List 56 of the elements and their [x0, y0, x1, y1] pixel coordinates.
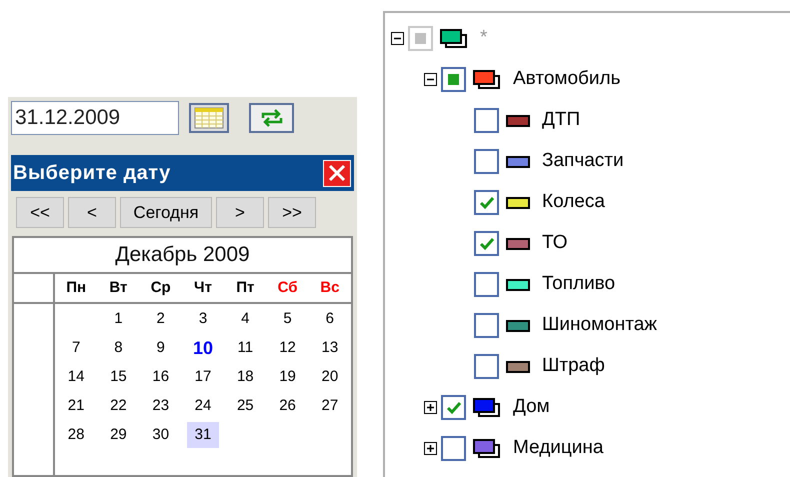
- day-cell[interactable]: 7: [68, 336, 84, 360]
- day-cell[interactable]: 10: [188, 334, 217, 362]
- day-cell[interactable]: 6: [322, 308, 338, 330]
- day-cell[interactable]: 21: [64, 394, 88, 418]
- day-cell[interactable]: 23: [148, 394, 174, 418]
- checkmark-icon: [446, 400, 462, 414]
- day-cell[interactable]: 20: [318, 366, 342, 388]
- picker-title: Выберите дату: [13, 161, 171, 186]
- nav-button[interactable]: <: [68, 197, 116, 228]
- day-cell[interactable]: 2: [152, 308, 169, 330]
- day-cell[interactable]: 9: [152, 336, 169, 360]
- weekday-label: Вс: [319, 278, 340, 298]
- calendar-icon: [194, 107, 224, 129]
- day-cell[interactable]: 24: [190, 394, 216, 418]
- weekday-label: Сб: [276, 278, 299, 298]
- day-cell[interactable]: 17: [190, 366, 216, 388]
- checkmark-icon: [478, 196, 494, 210]
- day-cell[interactable]: 22: [106, 394, 131, 418]
- day-cell[interactable]: 8: [110, 336, 127, 360]
- day-cell[interactable]: 29: [106, 424, 131, 446]
- day-cell[interactable]: 3: [194, 308, 212, 330]
- nav-button[interactable]: Сегодня: [120, 197, 212, 228]
- weekday-label: Пн: [65, 278, 88, 298]
- day-cell[interactable]: 13: [318, 336, 342, 360]
- close-button[interactable]: [323, 160, 351, 186]
- calendar-button[interactable]: [189, 103, 229, 133]
- weekday-label: Вт: [108, 278, 128, 298]
- day-cell[interactable]: 30: [148, 424, 174, 446]
- refresh-button[interactable]: [249, 103, 294, 133]
- month-label: Декабрь 2009: [14, 238, 351, 274]
- day-cell[interactable]: 28: [64, 424, 88, 446]
- weekday-label: Ср: [150, 278, 172, 298]
- day-cell[interactable]: 12: [275, 336, 300, 360]
- day-cell[interactable]: 25: [232, 394, 258, 418]
- weekday-label: Пт: [235, 278, 256, 298]
- close-icon: [328, 164, 346, 182]
- day-cell[interactable]: 14: [64, 366, 88, 388]
- nav-button[interactable]: >: [216, 197, 264, 228]
- day-cell[interactable]: 4: [237, 308, 254, 330]
- plus-icon: [426, 444, 435, 453]
- day-cell[interactable]: 18: [232, 366, 258, 388]
- weekday-label: Чт: [193, 278, 213, 298]
- date-field[interactable]: 31.12.2009: [11, 101, 179, 135]
- day-cell[interactable]: 11: [233, 336, 258, 360]
- day-cell[interactable]: 27: [318, 394, 342, 418]
- day-cell[interactable]: 1: [110, 308, 127, 330]
- nav-button[interactable]: >>: [268, 197, 316, 228]
- nav-button[interactable]: <<: [16, 197, 64, 228]
- day-cell[interactable]: 31: [186, 422, 220, 448]
- checkmark-icon: [478, 236, 494, 250]
- day-cell[interactable]: 5: [279, 308, 296, 330]
- day-cell[interactable]: 19: [275, 366, 300, 388]
- day-cell[interactable]: 26: [275, 394, 300, 418]
- day-cell[interactable]: 16: [148, 366, 174, 388]
- plus-icon: [426, 403, 435, 412]
- day-cell[interactable]: 15: [106, 366, 131, 388]
